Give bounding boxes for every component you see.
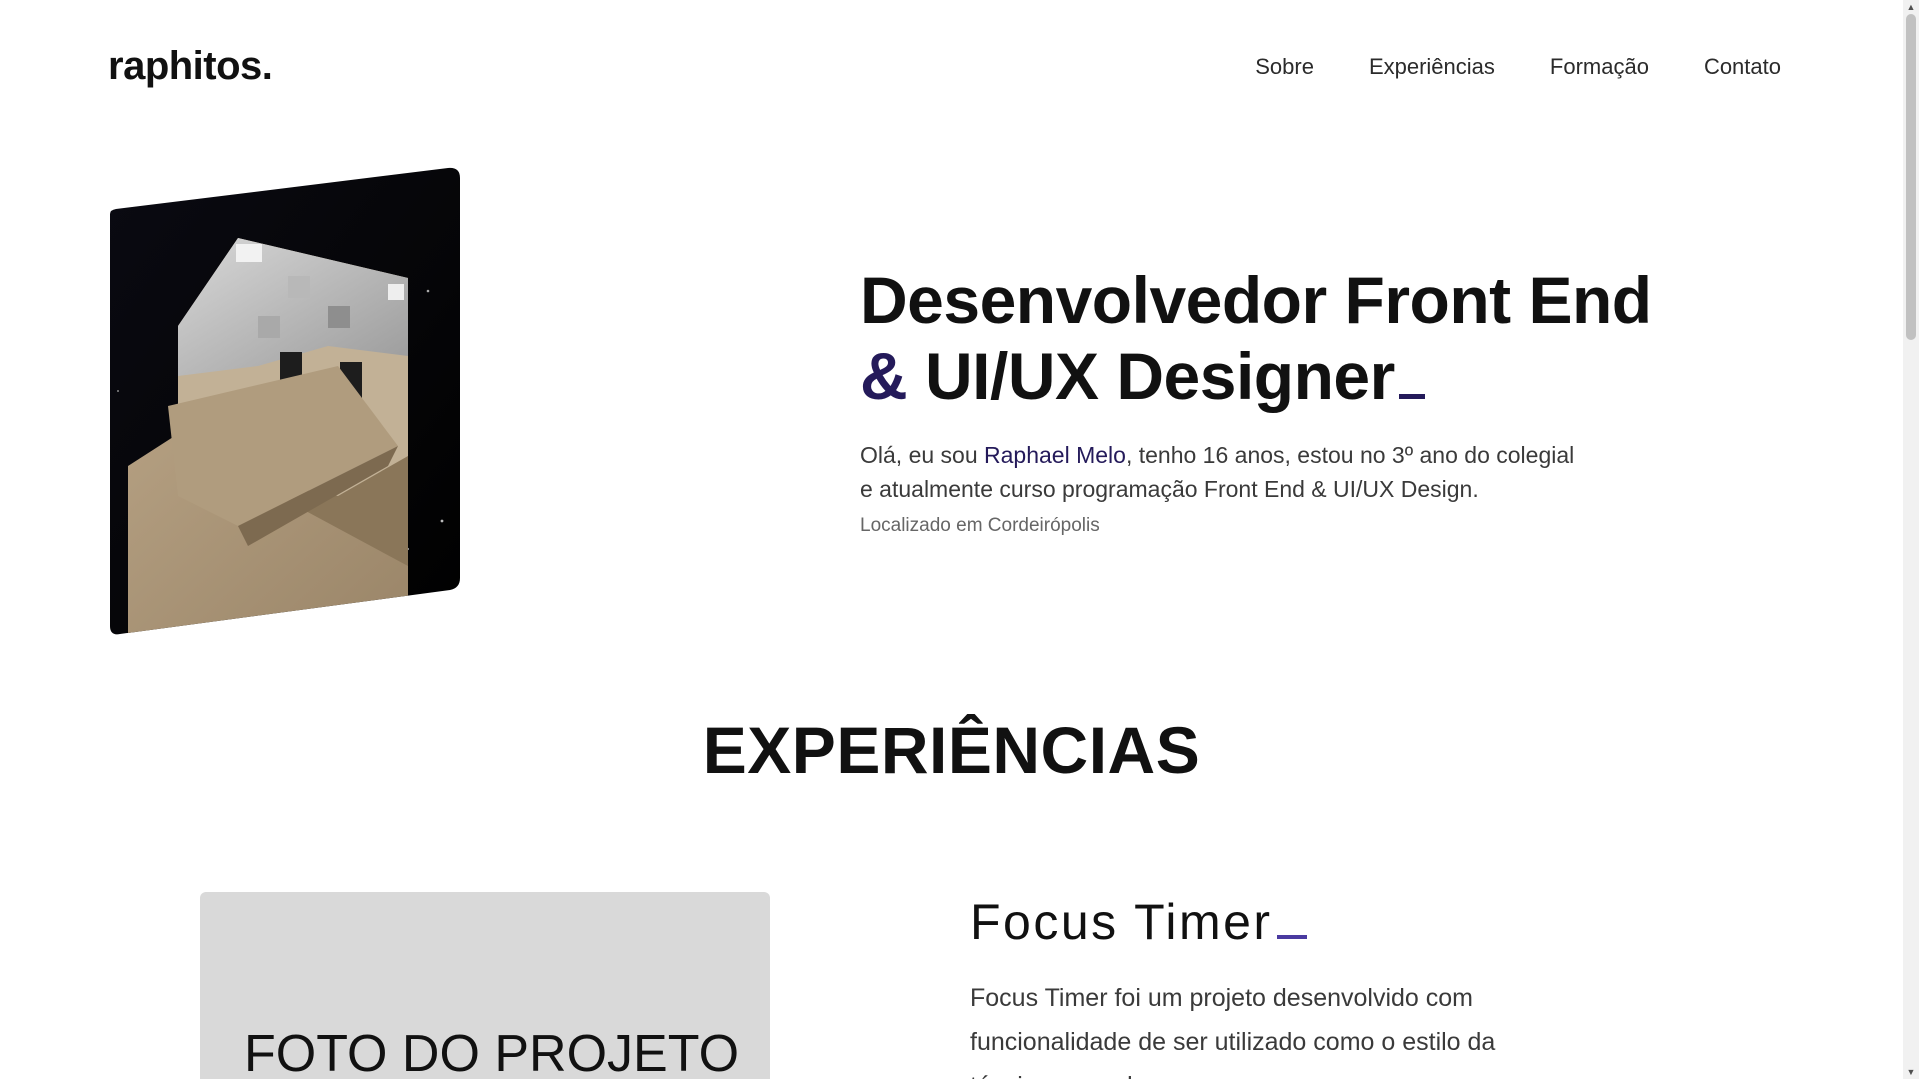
- project-photo-placeholder: FOTO DO PROJETO: [200, 892, 770, 1079]
- main-nav: Sobre Experiências Formação Contato: [1255, 54, 1781, 80]
- chevron-down-icon[interactable]: ▼: [1903, 1065, 1919, 1079]
- intro-name-highlight: Raphael Melo: [984, 442, 1126, 468]
- hero-title-line2: UI/UX Designer: [925, 339, 1395, 413]
- project-description: Focus Timer foi um projeto desenvolvido …: [970, 984, 1496, 1079]
- project-info: Focus Timer Focus Timer foi um projeto d…: [970, 892, 1530, 1079]
- typing-cursor-icon: [1398, 394, 1425, 399]
- project-cursor-icon: [1276, 935, 1307, 939]
- hero-intro: Olá, eu sou Raphael Melo, tenho 16 anos,…: [860, 438, 1590, 506]
- nav-link-sobre[interactable]: Sobre: [1255, 54, 1314, 80]
- chevron-up-icon[interactable]: ▲: [1903, 0, 1919, 14]
- project-title-text: Focus Timer: [970, 894, 1273, 950]
- profile-avatar-image: [108, 166, 462, 636]
- hero-title: Desenvolvedor Front End & UI/UX Designer: [860, 262, 1660, 414]
- vertical-scrollbar[interactable]: ▲ ▼: [1903, 0, 1919, 1079]
- hero-title-ampersand: &: [860, 339, 908, 413]
- page: raphitos. Sobre Experiências Formação Co…: [0, 0, 1903, 1079]
- site-logo[interactable]: raphitos.: [108, 44, 273, 89]
- project-title: Focus Timer: [970, 892, 1530, 952]
- project-photo-label: FOTO DO PROJETO: [244, 1025, 740, 1079]
- nav-link-contato[interactable]: Contato: [1704, 54, 1781, 80]
- nav-link-formacao[interactable]: Formação: [1550, 54, 1649, 80]
- hero-title-line1: Desenvolvedor Front End: [860, 263, 1652, 337]
- scrollbar-thumb[interactable]: [1906, 14, 1916, 340]
- nav-link-experiencias[interactable]: Experiências: [1369, 54, 1495, 80]
- intro-text-start: Olá, eu sou: [860, 442, 985, 468]
- section-title-experiencias: EXPERIÊNCIAS: [702, 713, 1201, 787]
- hero-section: Desenvolvedor Front End & UI/UX Designer…: [860, 262, 1660, 538]
- location-text: Localizado em Cordeirópolis: [860, 515, 1100, 536]
